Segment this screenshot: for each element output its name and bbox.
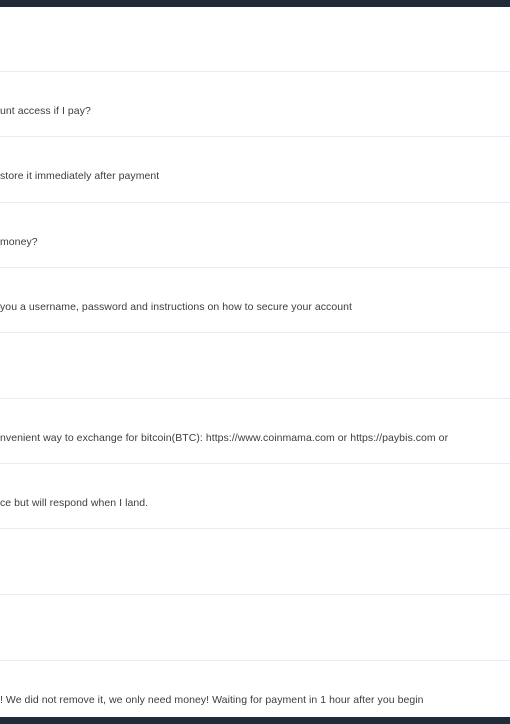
list-item: store it immediately after payment — [0, 136, 510, 202]
list-item: unt access if I pay? — [0, 71, 510, 136]
message-text: you a username, password and instruction… — [0, 301, 352, 313]
message-text: ce but will respond when I land. — [0, 497, 149, 509]
bottom-bar — [0, 717, 510, 724]
list-item: ! We did not remove it, we only need mon… — [0, 660, 510, 717]
list-item — [0, 332, 510, 398]
chat-panel: unt access if I pay? store it immediatel… — [0, 7, 510, 717]
message-text: store it immediately after payment — [0, 170, 160, 182]
message-text: nvenient way to exchange for bitcoin(BTC… — [0, 432, 449, 444]
list-item: ce but will respond when I land. — [0, 463, 510, 528]
list-item: money? — [0, 202, 510, 267]
list-item — [0, 528, 510, 594]
list-item: nvenient way to exchange for bitcoin(BTC… — [0, 398, 510, 463]
message-text: unt access if I pay? — [0, 105, 91, 117]
message-text: money? — [0, 236, 38, 248]
list-item — [0, 594, 510, 660]
list-item — [0, 7, 510, 71]
message-text: ! We did not remove it, we only need mon… — [0, 694, 424, 706]
list-item: you a username, password and instruction… — [0, 267, 510, 332]
